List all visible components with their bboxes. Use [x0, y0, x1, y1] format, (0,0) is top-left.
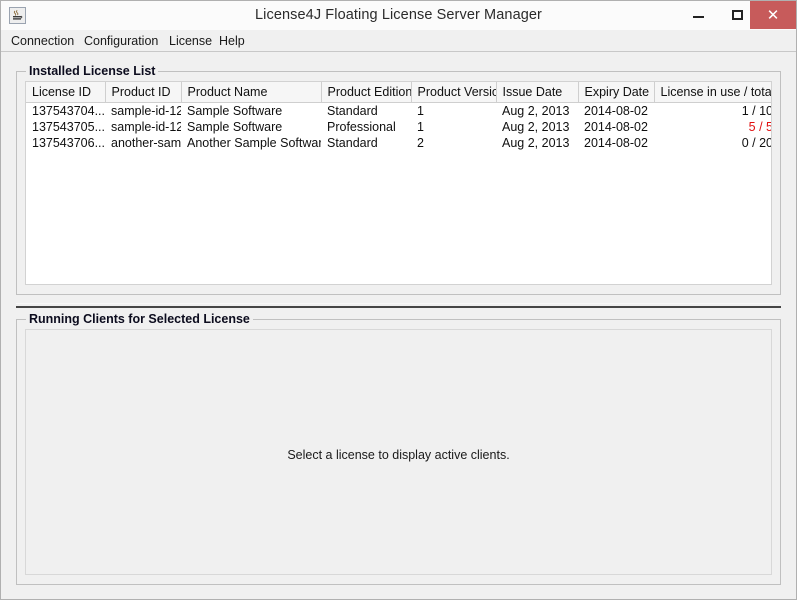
- minimize-button[interactable]: [679, 1, 718, 29]
- running-clients-empty-message: Select a license to display active clien…: [287, 448, 510, 462]
- window-title: License4J Floating License Server Manage…: [254, 7, 542, 23]
- cell-product-id: another-sam...: [111, 136, 181, 150]
- license-table-header-row: License ID Product ID Product Name Produ…: [26, 82, 771, 103]
- running-clients-panel: Running Clients for Selected License Sel…: [16, 312, 781, 585]
- column-header-product-name[interactable]: Product Name: [181, 82, 322, 103]
- cell-product-name: Another Sample Software: [187, 136, 321, 150]
- cell-license-id: 137543706...: [32, 136, 105, 150]
- column-header-license-id[interactable]: License ID: [26, 82, 106, 103]
- table-row[interactable]: 137543704... sample-id-12... Sample Soft…: [26, 103, 772, 120]
- running-clients-title: Running Clients for Selected License: [26, 312, 253, 326]
- menu-item-configuration[interactable]: Configuration: [79, 32, 163, 50]
- maximize-icon: [732, 10, 743, 20]
- main-content: Installed License List License ID Produc…: [2, 53, 795, 599]
- close-button[interactable]: ✕: [750, 1, 796, 29]
- cell-license-id: 137543705...: [32, 120, 105, 134]
- menu-item-license[interactable]: License: [164, 32, 217, 50]
- cell-license-id: 137543704...: [32, 104, 105, 118]
- cell-product-version: 1: [417, 104, 424, 118]
- cell-product-edition: Standard: [327, 136, 378, 150]
- close-icon: ✕: [766, 6, 780, 24]
- table-row[interactable]: 137543705... sample-id-12... Sample Soft…: [26, 119, 772, 135]
- cell-product-edition: Professional: [327, 120, 396, 134]
- table-row[interactable]: 137543706... another-sam... Another Samp…: [26, 135, 772, 151]
- installed-license-list-title: Installed License List: [26, 64, 159, 78]
- menu-item-connection[interactable]: Connection: [6, 32, 79, 50]
- minimize-icon: [693, 16, 704, 18]
- cell-expiry-date: 2014-08-02: [584, 104, 648, 118]
- cell-product-id: sample-id-12...: [111, 120, 181, 134]
- cell-expiry-date: 2014-08-02: [584, 120, 648, 134]
- cell-license-in-use: 5 / 5: [748, 120, 772, 134]
- menu-bar: Connection Configuration License Help: [1, 30, 796, 52]
- cell-license-in-use: 1 / 10: [741, 104, 772, 118]
- cell-product-version: 2: [417, 136, 424, 150]
- cell-license-in-use: 0 / 20: [741, 136, 772, 150]
- java-coffee-cup-icon: [9, 7, 26, 24]
- split-pane-divider[interactable]: [16, 303, 781, 309]
- cell-product-name: Sample Software: [187, 120, 283, 134]
- column-header-issue-date[interactable]: Issue Date: [496, 82, 579, 103]
- cell-issue-date: Aug 2, 2013: [502, 104, 570, 118]
- cell-issue-date: Aug 2, 2013: [502, 136, 570, 150]
- cell-product-name: Sample Software: [187, 104, 283, 118]
- title-bar: License4J Floating License Server Manage…: [1, 1, 796, 31]
- license-table-scrollpane[interactable]: License ID Product ID Product Name Produ…: [25, 81, 772, 285]
- cell-product-id: sample-id-12...: [111, 104, 181, 118]
- column-header-product-id[interactable]: Product ID: [105, 82, 182, 103]
- cell-issue-date: Aug 2, 2013: [502, 120, 570, 134]
- running-clients-area[interactable]: Select a license to display active clien…: [25, 329, 772, 575]
- app-window: License4J Floating License Server Manage…: [0, 0, 797, 600]
- menu-item-help[interactable]: Help: [214, 32, 250, 50]
- license-table-body: 137543704... sample-id-12... Sample Soft…: [26, 103, 772, 152]
- installed-license-list-panel: Installed License List License ID Produc…: [16, 64, 781, 295]
- column-header-product-edition[interactable]: Product Edition: [321, 82, 412, 103]
- column-header-product-version[interactable]: Product Version: [411, 82, 497, 103]
- license-table[interactable]: License ID Product ID Product Name Produ…: [26, 82, 772, 152]
- cell-product-edition: Standard: [327, 104, 378, 118]
- column-header-license-in-use[interactable]: License in use / total: [654, 82, 771, 103]
- cell-product-version: 1: [417, 120, 424, 134]
- column-header-expiry-date[interactable]: Expiry Date: [578, 82, 655, 103]
- cell-expiry-date: 2014-08-02: [584, 136, 648, 150]
